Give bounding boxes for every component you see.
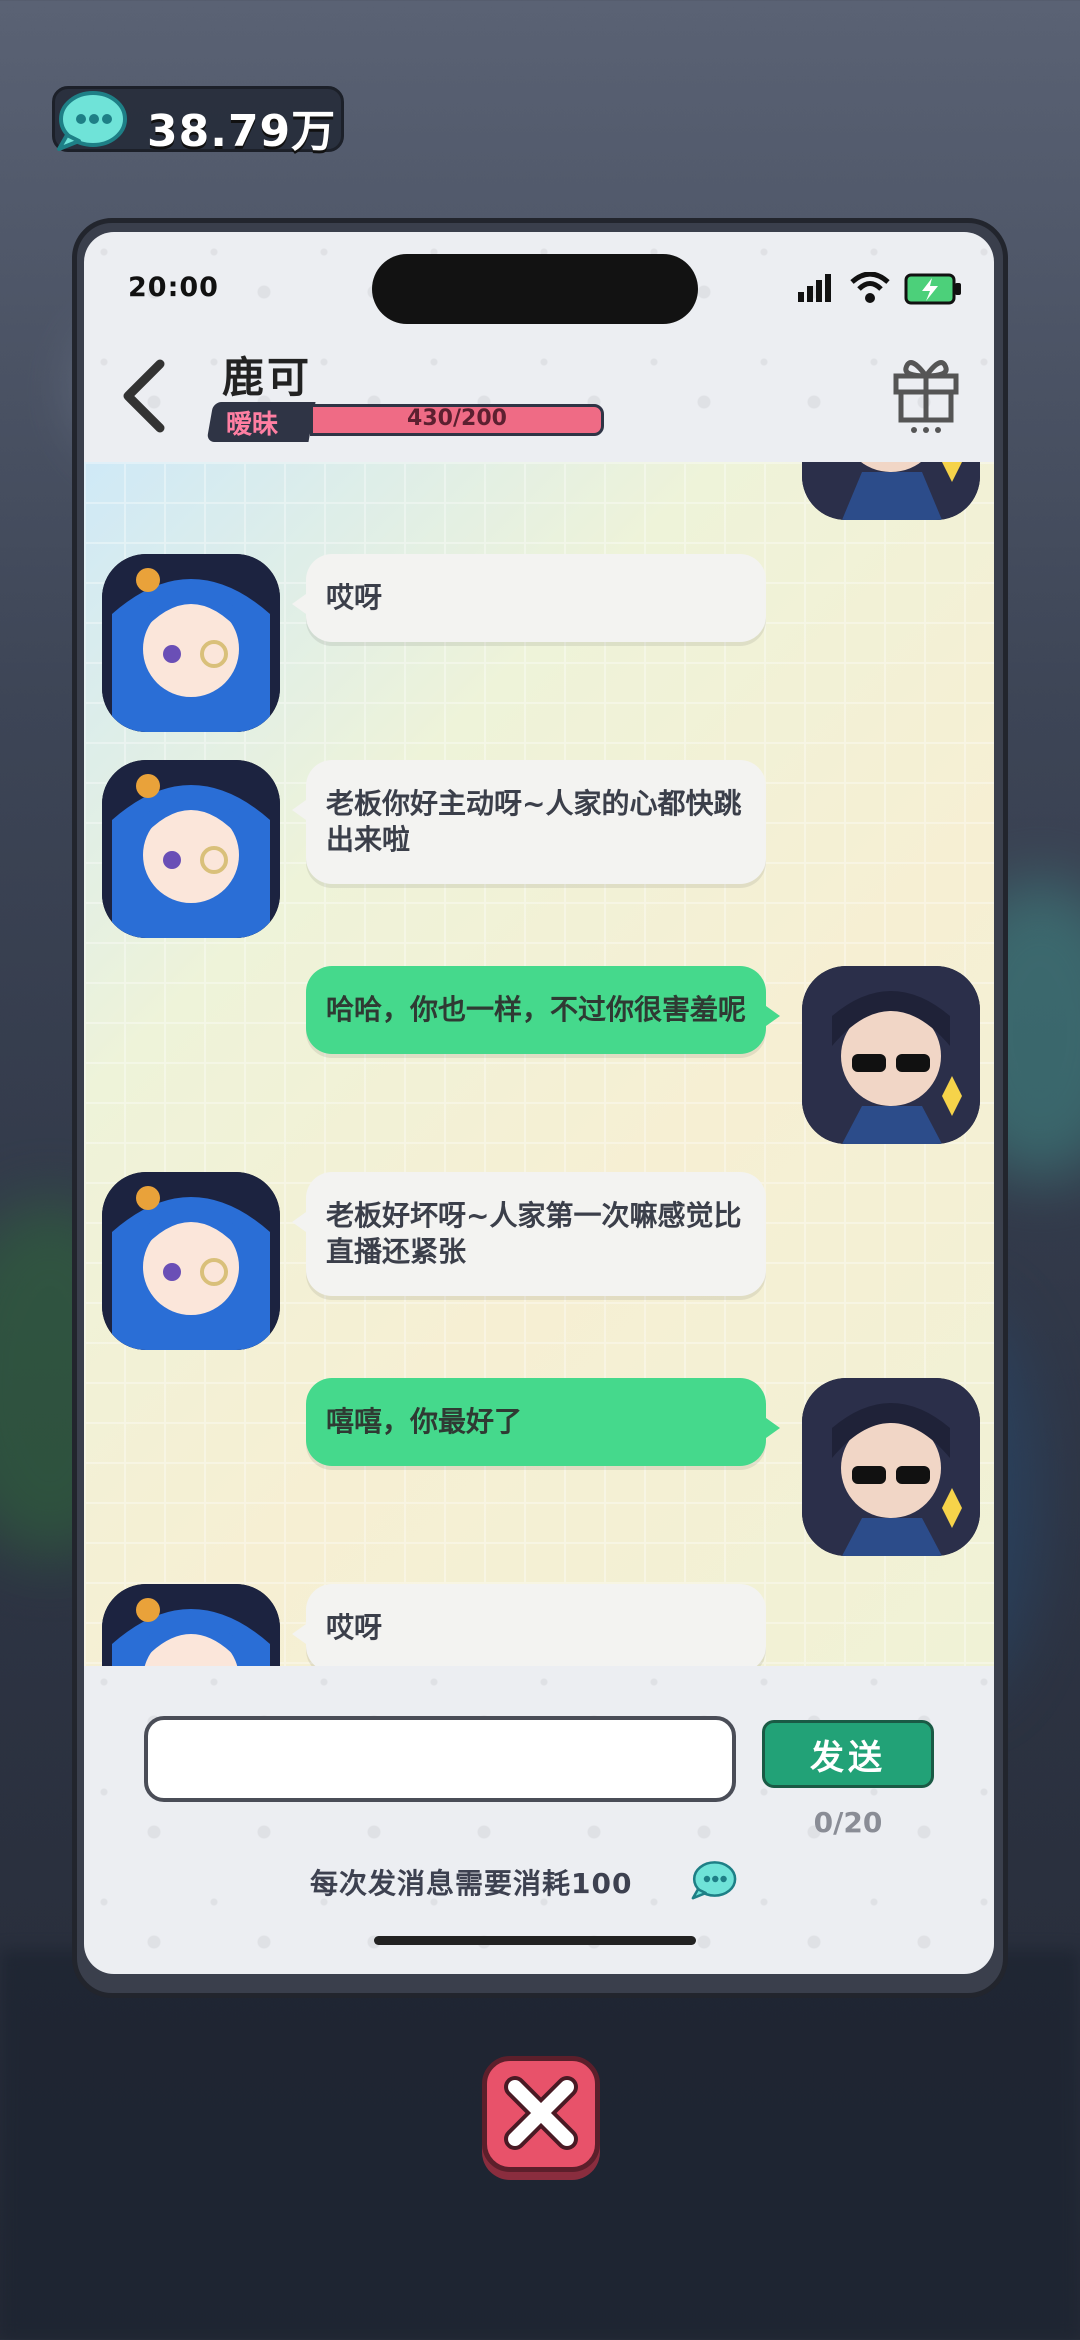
player-avatar xyxy=(802,966,980,1144)
status-time: 20:00 xyxy=(128,272,219,303)
npc-avatar xyxy=(102,1584,280,1666)
message-bubble-outgoing: 哈哈，你也一样，不过你很害羞呢 xyxy=(306,966,780,1054)
chat-screen: 20:00 鹿可 暧昧 430/200 哎呀 老板你好主动呀~人家的心都快跳出来… xyxy=(84,232,994,1974)
currency-display: 38.79万 xyxy=(52,86,344,157)
send-button[interactable]: 发送 xyxy=(762,1720,934,1788)
currency-value: 38.79万 xyxy=(147,106,337,157)
gift-icon[interactable] xyxy=(890,350,962,436)
cost-notice: 每次发消息需要消耗100 xyxy=(310,1867,633,1900)
chat-bubble-coin-icon xyxy=(691,1861,737,1900)
home-indicator xyxy=(374,1936,696,1945)
contact-name: 鹿可 xyxy=(222,353,313,402)
chat-message-list[interactable]: 哎呀 老板你好主动呀~人家的心都快跳出来啦 哈哈，你也一样，不过你很害羞呢 老板… xyxy=(84,462,994,1666)
npc-avatar xyxy=(102,760,280,938)
message-bubble-incoming: 哎呀 xyxy=(292,1584,766,1666)
wifi-icon xyxy=(850,272,890,303)
message-bubble-outgoing: 嘻嘻，你最好了 xyxy=(306,1378,780,1466)
close-icon xyxy=(504,2076,578,2150)
message-input[interactable] xyxy=(144,1716,736,1802)
char-counter: 0/20 xyxy=(813,1806,883,1839)
relationship-progress: 430/200 xyxy=(407,406,507,431)
phone-notch xyxy=(372,254,698,324)
npc-avatar xyxy=(102,1172,280,1350)
message-bubble-incoming: 老板好坏呀~人家第一次嘛感觉比直播还紧张 xyxy=(292,1172,766,1296)
relationship-label: 暧昧 xyxy=(226,410,279,440)
npc-avatar xyxy=(102,554,280,732)
signal-icon xyxy=(798,274,831,302)
close-button[interactable] xyxy=(482,2056,600,2172)
battery-icon xyxy=(904,273,961,305)
player-avatar xyxy=(802,1378,980,1556)
message-bubble-incoming: 哎呀 xyxy=(292,554,766,642)
message-bubble-incoming: 老板你好主动呀~人家的心都快跳出来啦 xyxy=(292,760,766,884)
chat-bubble-coin-icon xyxy=(57,91,127,151)
player-avatar xyxy=(802,462,980,520)
back-arrow-icon[interactable] xyxy=(114,356,174,436)
